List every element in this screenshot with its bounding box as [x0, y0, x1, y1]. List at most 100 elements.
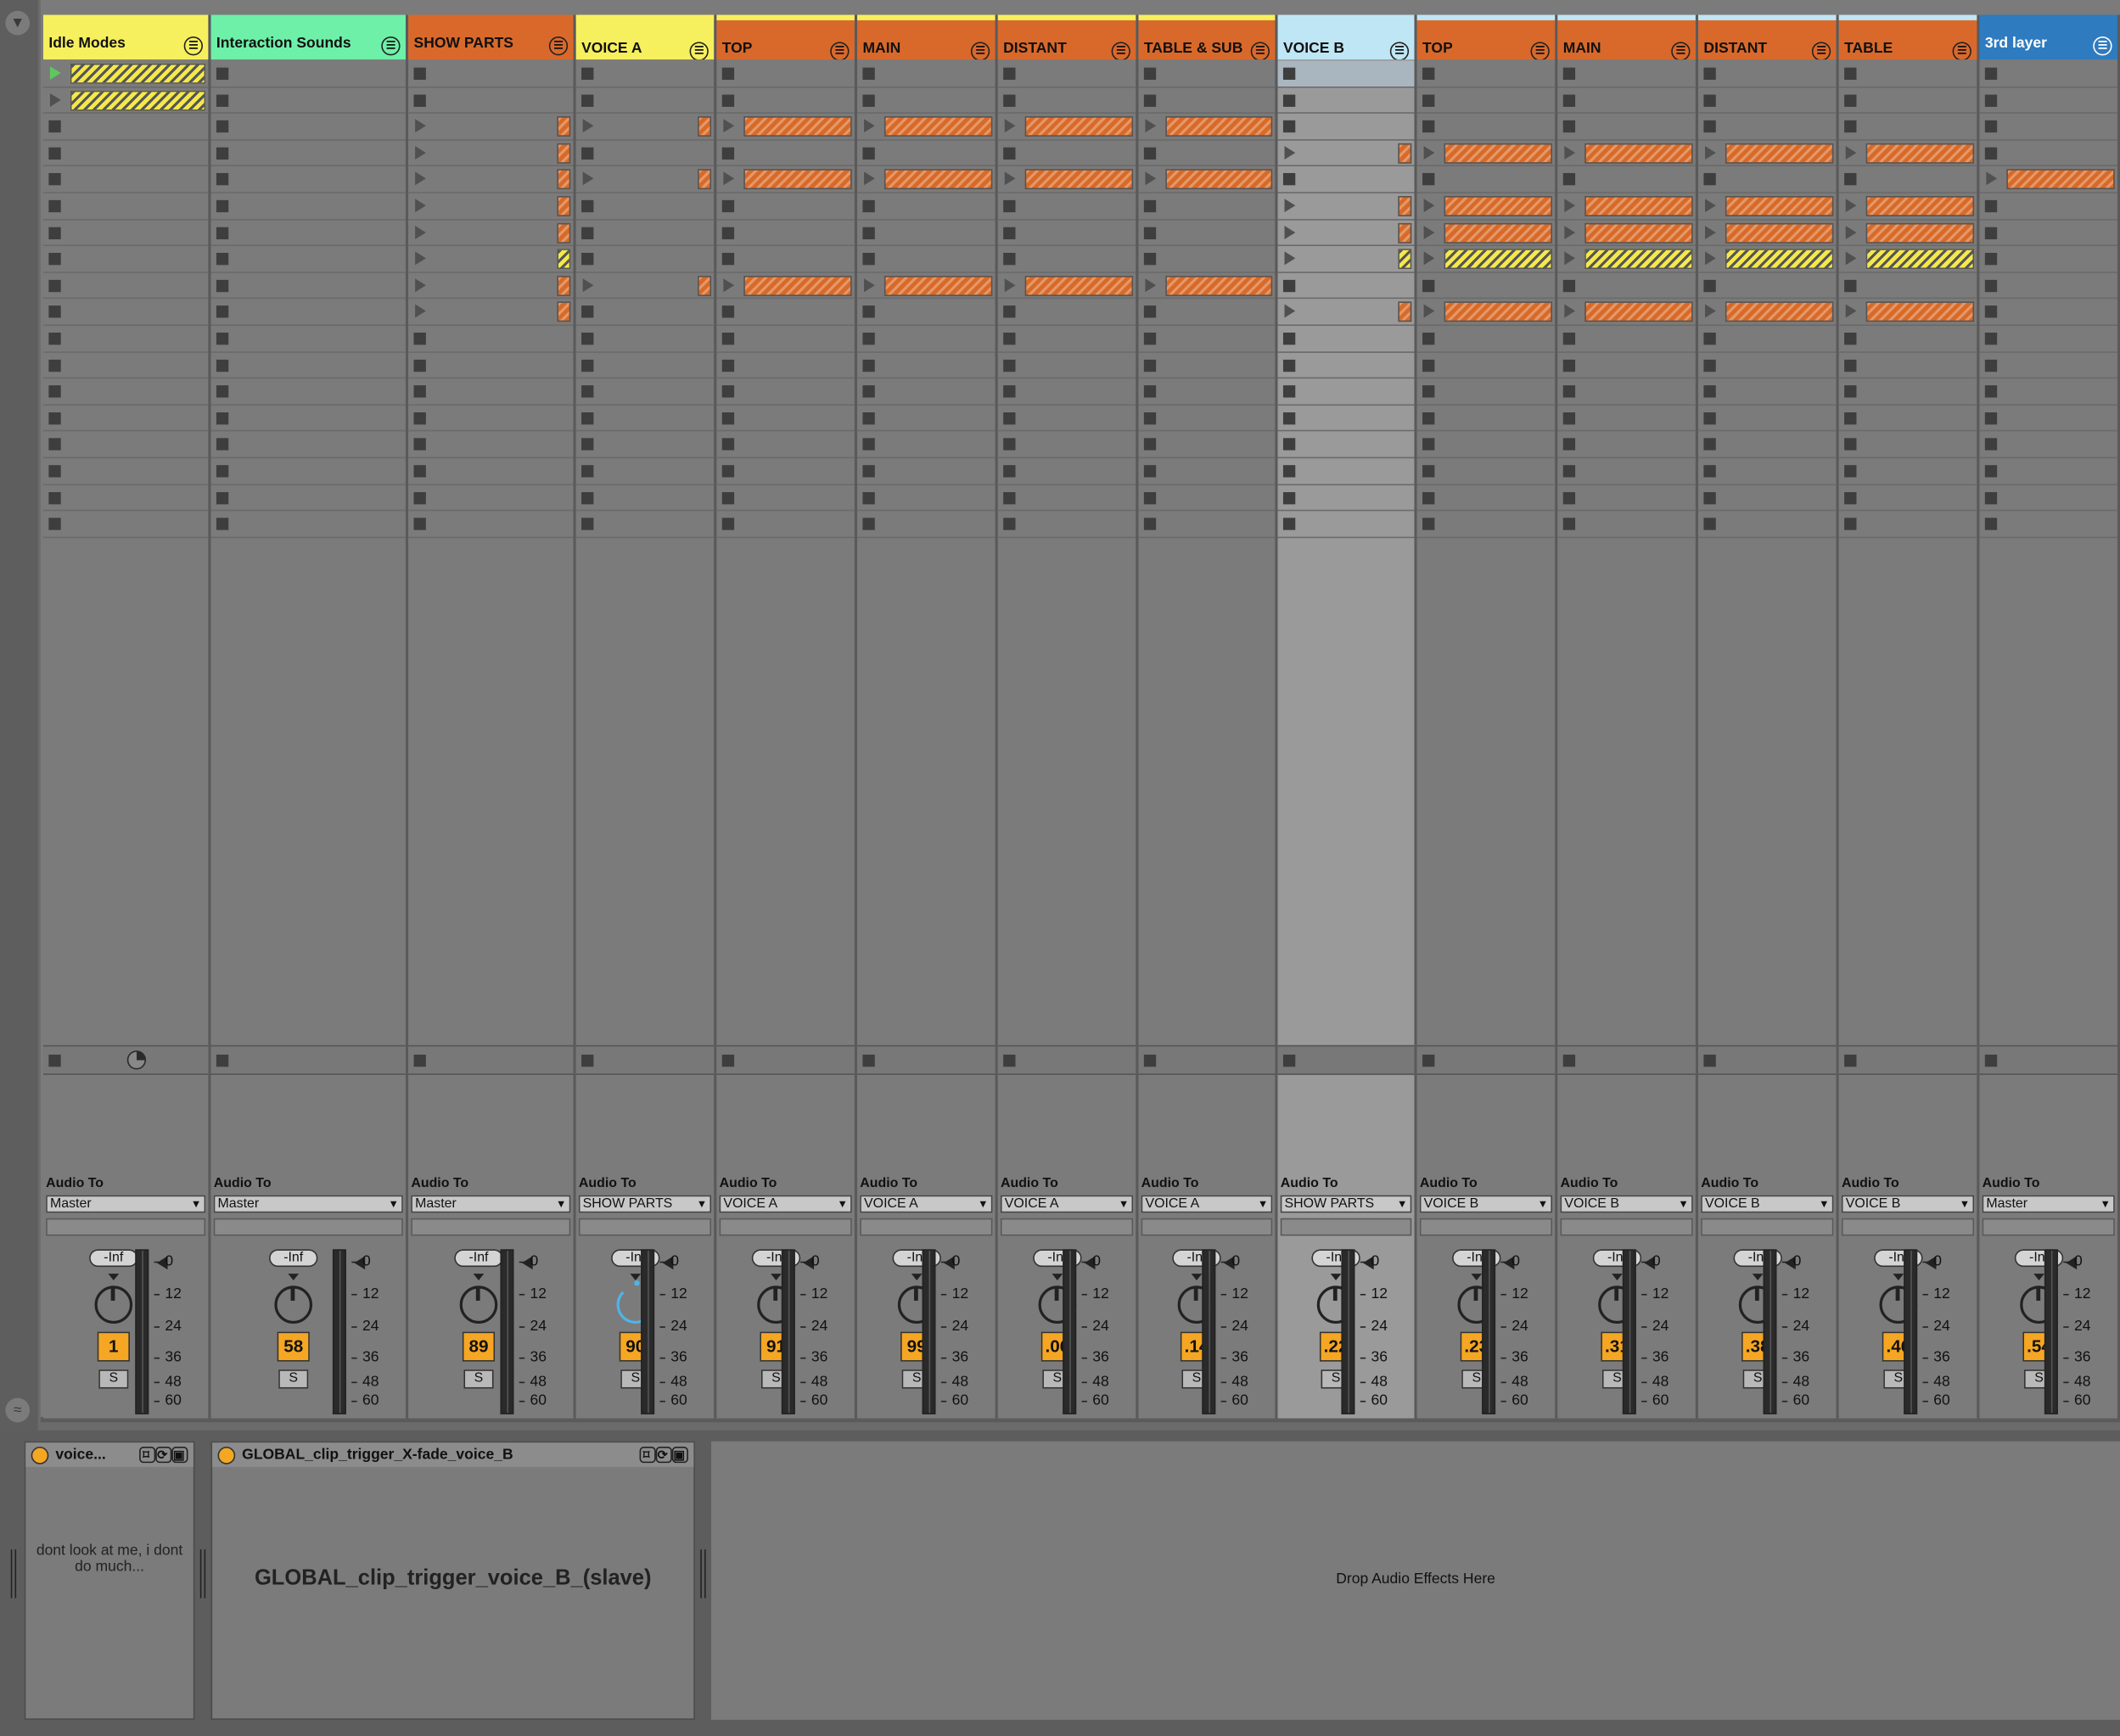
clip-slot[interactable]: [1979, 352, 2117, 379]
clip-stop-icon[interactable]: [1703, 412, 1716, 424]
clip-slot[interactable]: [857, 114, 996, 141]
clip-stop-icon[interactable]: [721, 67, 735, 81]
clip-launch-icon[interactable]: [1845, 225, 1857, 239]
clip-slot[interactable]: [1557, 193, 1696, 221]
clip-stop-icon[interactable]: [1422, 67, 1435, 81]
clip-slot[interactable]: [1416, 406, 1556, 432]
clip-slot[interactable]: [1277, 246, 1415, 273]
clip-stop-icon[interactable]: [1422, 518, 1435, 530]
clip-slot[interactable]: [210, 193, 406, 221]
clip-stop-icon[interactable]: [216, 199, 229, 213]
clip-slot[interactable]: [857, 484, 996, 512]
clip-slot[interactable]: [1138, 300, 1276, 326]
clip-stop-icon[interactable]: [1422, 491, 1435, 504]
clip[interactable]: [557, 169, 571, 190]
audio-to-dropdown[interactable]: VOICE B ▼: [1419, 1195, 1552, 1213]
clip-slot[interactable]: [408, 87, 574, 115]
track-stop-icon[interactable]: [1003, 1054, 1016, 1067]
clip-stop-icon[interactable]: [48, 227, 61, 239]
clip-stop-icon[interactable]: [721, 438, 735, 451]
clip-slot[interactable]: [42, 378, 209, 406]
solo-button[interactable]: S: [278, 1369, 309, 1389]
clip-slot[interactable]: [1698, 167, 1837, 193]
clip-slot[interactable]: [1979, 326, 2117, 353]
clip-slot[interactable]: [997, 378, 1136, 406]
clip-slot[interactable]: [1416, 511, 1556, 538]
clip-launch-icon[interactable]: [1423, 145, 1435, 160]
audio-to-dropdown[interactable]: SHOW PARTS ▼: [578, 1195, 712, 1213]
clip[interactable]: [70, 90, 206, 111]
clip-stop-icon[interactable]: [48, 253, 61, 266]
clip-stop-icon[interactable]: [581, 465, 594, 478]
pan-knob[interactable]: [274, 1285, 313, 1324]
clip-slot[interactable]: [1138, 246, 1276, 273]
clip-stop-icon[interactable]: [862, 491, 875, 504]
clip-slot[interactable]: [997, 193, 1136, 221]
clip-stop-icon[interactable]: [1844, 438, 1857, 451]
output-channel-field[interactable]: [1560, 1218, 1693, 1236]
clip-slot[interactable]: [42, 432, 209, 459]
clip-stop-icon[interactable]: [1143, 332, 1157, 345]
clip-slot[interactable]: [1698, 378, 1837, 406]
track-top[interactable]: TOP ☰ Audio To VOICE B ▼ -Inf .23 S 0 12 24 36 48 60: [1416, 14, 1558, 1419]
clip-slot[interactable]: [1277, 60, 1415, 87]
clip[interactable]: [1584, 196, 1693, 216]
clip-slot[interactable]: [1698, 326, 1837, 353]
track-stop-icon[interactable]: [1562, 1054, 1576, 1067]
clip-stop-icon[interactable]: [1703, 518, 1716, 530]
clip-slot[interactable]: [1698, 432, 1837, 459]
clip-stop-icon[interactable]: [1844, 332, 1857, 345]
clip-stop-icon[interactable]: [862, 253, 875, 266]
clip-slot[interactable]: [210, 61, 406, 87]
clip-slot[interactable]: [575, 114, 715, 141]
clip-slot[interactable]: [1416, 193, 1556, 221]
clip-slot[interactable]: [1698, 300, 1837, 326]
clip-stop-icon[interactable]: [1562, 412, 1576, 424]
clip-slot[interactable]: [210, 300, 406, 326]
clip-stop-icon[interactable]: [1703, 93, 1716, 107]
clip-slot[interactable]: [210, 406, 406, 432]
clip-stop-icon[interactable]: [216, 173, 229, 186]
clip-stop-icon[interactable]: [413, 93, 426, 107]
clip-slot[interactable]: [716, 246, 855, 273]
clip-slot[interactable]: [42, 511, 209, 538]
clip-slot[interactable]: [857, 246, 996, 273]
clip-launch-icon[interactable]: [415, 119, 426, 133]
clip-slot[interactable]: [1138, 114, 1276, 141]
clip-stop-icon[interactable]: [1703, 173, 1716, 186]
clip-stop-icon[interactable]: [1703, 491, 1716, 504]
clip-slot[interactable]: [1277, 352, 1415, 379]
clip-slot[interactable]: [1838, 87, 1977, 115]
clip-slot[interactable]: [716, 432, 855, 459]
track-fold-icon[interactable]: ☰: [1389, 42, 1410, 60]
clip-launch-icon[interactable]: [415, 277, 426, 292]
clip-stop-icon[interactable]: [1282, 438, 1296, 451]
clip-launch-icon[interactable]: [723, 171, 735, 186]
clip-stop-icon[interactable]: [581, 412, 594, 424]
clip-launch-icon[interactable]: [1564, 199, 1576, 213]
track-show-parts[interactable]: SHOW PARTS ☰ Audio To Master ▼ -Inf 89 S 0 12 24 36…: [408, 14, 576, 1419]
clip-slot[interactable]: [1138, 87, 1276, 115]
clip-slot[interactable]: [1838, 406, 1977, 432]
clip-stop-icon[interactable]: [1562, 332, 1576, 345]
clip-stop-icon[interactable]: [1143, 147, 1157, 160]
clip-slot[interactable]: [575, 352, 715, 379]
clip-slot[interactable]: [408, 378, 574, 406]
clip-stop-icon[interactable]: [581, 199, 594, 213]
clip-slot[interactable]: [716, 193, 855, 221]
volume-display[interactable]: -Inf: [89, 1249, 138, 1268]
clip-launch-icon[interactable]: [1004, 277, 1016, 292]
clip-slot[interactable]: [42, 114, 209, 141]
track-stop-icon[interactable]: [581, 1054, 594, 1067]
device-chain-grip[interactable]: [199, 1549, 206, 1599]
output-channel-field[interactable]: [1841, 1218, 1975, 1236]
clip-stop-icon[interactable]: [1703, 465, 1716, 478]
track-stop-icon[interactable]: [216, 1054, 229, 1067]
clip-stop-icon[interactable]: [413, 412, 426, 424]
clip-launch-icon[interactable]: [1423, 251, 1435, 266]
clip-stop-icon[interactable]: [1562, 173, 1576, 186]
clip-stop-icon[interactable]: [1984, 120, 1998, 133]
clip-stop-icon[interactable]: [1422, 173, 1435, 186]
clip[interactable]: [1444, 143, 1552, 164]
clip-slot[interactable]: [408, 246, 574, 273]
